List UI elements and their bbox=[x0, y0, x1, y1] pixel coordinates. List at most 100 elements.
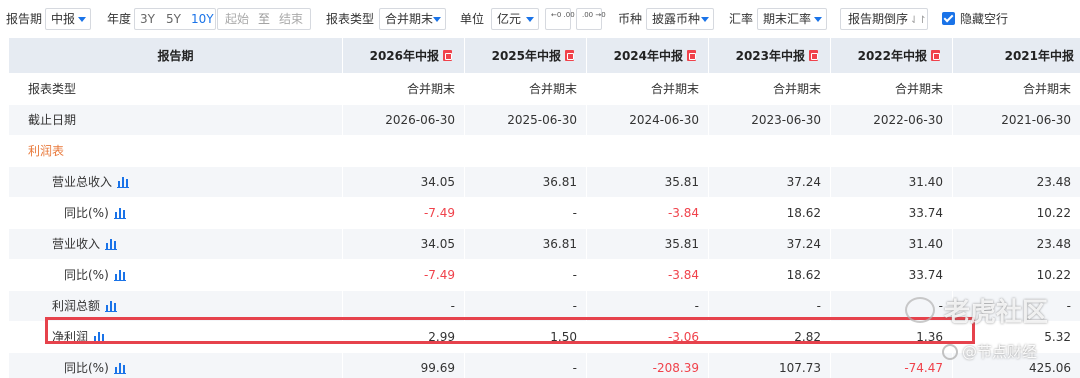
table-row: 报表类型 合并期末 合并期末 合并期末 合并期末 合并期末 合并期末 bbox=[9, 74, 1080, 105]
report-period-select[interactable]: 中报 bbox=[45, 8, 91, 30]
watermark-text: 老虎社区 bbox=[944, 298, 1049, 328]
bar-chart-icon[interactable] bbox=[113, 207, 126, 219]
table-cell: - bbox=[465, 260, 587, 290]
hide-empty-rows-checkbox[interactable] bbox=[942, 12, 955, 25]
table-cell: 合并期末 bbox=[343, 74, 465, 104]
year-segmented-control: 3Y 5Y 10Y bbox=[134, 8, 216, 30]
bar-chart-icon[interactable] bbox=[93, 331, 106, 343]
table-cell: 2023-06-30 bbox=[709, 105, 831, 135]
chevron-down-icon bbox=[814, 17, 822, 22]
exchange-rate-select[interactable]: 期末汇率 bbox=[757, 8, 827, 30]
decimal-decrease-button[interactable]: .00 →0 bbox=[576, 8, 606, 30]
year-label: 年度 bbox=[107, 12, 132, 26]
table-cell: -7.49 bbox=[343, 198, 465, 228]
row-label: 营业收入 bbox=[52, 237, 118, 251]
chevron-down-icon bbox=[701, 17, 709, 22]
table-cell: 2025-06-30 bbox=[465, 105, 587, 135]
exchange-rate-label: 汇率 bbox=[729, 12, 754, 26]
table-cell: 10.22 bbox=[1036, 268, 1071, 282]
end-date-field[interactable]: 结束 bbox=[279, 9, 303, 29]
table-row: 同比(%) -7.49- -3.84 18.62 33.74 10.22 bbox=[9, 198, 1080, 229]
start-date-field[interactable]: 起始 bbox=[225, 9, 249, 29]
table-cell: 2026-06-30 bbox=[343, 105, 465, 135]
table-row: 净利润 2.99 1.50 -3.06 2.82 1.36 5.32 bbox=[9, 322, 1080, 353]
pdf-icon[interactable] bbox=[687, 49, 696, 61]
year-option-3y[interactable]: 3Y bbox=[140, 9, 155, 29]
bar-chart-icon[interactable] bbox=[105, 300, 118, 312]
table-cell: 36.81 bbox=[465, 229, 587, 259]
unit-label: 单位 bbox=[460, 12, 485, 26]
table-cell: 2.99 bbox=[343, 322, 465, 352]
watermark-source: @节点财经 bbox=[962, 343, 1038, 361]
table-row: 截止日期 2026-06-30 2025-06-30 2024-06-30 2023-0… bbox=[9, 105, 1080, 136]
table-cell: 18.62 bbox=[709, 260, 831, 290]
table-cell: - bbox=[587, 291, 709, 321]
table-cell: - bbox=[465, 198, 587, 228]
sort-icon: ⇃↾ bbox=[910, 15, 927, 26]
year-option-5y[interactable]: 5Y bbox=[166, 9, 181, 29]
date-range-separator: 至 bbox=[258, 12, 271, 26]
date-range-input[interactable]: 起始 至 结束 bbox=[217, 8, 311, 30]
unit-select[interactable]: 亿元 bbox=[491, 8, 539, 30]
table-cell: 合并期末 bbox=[709, 74, 831, 104]
row-label: 同比(%) bbox=[64, 206, 126, 220]
table-cell: 34.05 bbox=[343, 229, 465, 259]
table-cell: - bbox=[709, 291, 831, 321]
table-cell: 35.81 bbox=[587, 167, 709, 197]
column-header[interactable]: 2026年中报 bbox=[343, 38, 465, 73]
table-cell: 2024-06-30 bbox=[587, 105, 709, 135]
table-cell: -208.39 bbox=[587, 353, 709, 378]
column-header[interactable]: 2022年中报 bbox=[831, 38, 953, 73]
bar-chart-icon[interactable] bbox=[105, 238, 118, 250]
table-cell bbox=[465, 136, 587, 166]
decimal-increase-button[interactable]: ←0 .00 bbox=[545, 8, 575, 30]
chevron-down-icon bbox=[526, 17, 534, 22]
row-label: 同比(%) bbox=[64, 268, 126, 282]
table-cell: -3.06 bbox=[587, 322, 709, 352]
table-cell: 33.74 bbox=[831, 260, 953, 290]
table-cell: 合并期末 bbox=[587, 74, 709, 104]
column-header[interactable]: 2023年中报 bbox=[709, 38, 831, 73]
watermark-logo-icon bbox=[905, 297, 935, 323]
table-cell: 34.05 bbox=[343, 167, 465, 197]
chevron-down-icon bbox=[433, 17, 441, 22]
table-cell bbox=[831, 136, 953, 166]
table-cell: 18.62 bbox=[709, 198, 831, 228]
column-header[interactable]: 2025年中报 bbox=[465, 38, 587, 73]
pdf-icon[interactable] bbox=[931, 49, 940, 61]
table-cell: - bbox=[831, 291, 953, 321]
sort-order-button[interactable]: 报告期倒序 ⇃↾ bbox=[840, 8, 928, 30]
table-row: 同比(%) -7.49- -3.84 18.62 33.74 10.22 bbox=[9, 260, 1080, 291]
table-cell: 合并期末 bbox=[465, 74, 587, 104]
table-row: 同比(%) 99.69- -208.39 107.73 -74.47 425.06 bbox=[9, 353, 1080, 378]
currency-select[interactable]: 披露币种 bbox=[646, 8, 714, 30]
table-cell: - bbox=[465, 353, 587, 378]
table-cell: 2021-06-30 bbox=[1001, 113, 1071, 127]
column-header[interactable]: 2024年中报 bbox=[587, 38, 709, 73]
watermark-at-icon bbox=[942, 344, 958, 360]
bar-chart-icon[interactable] bbox=[117, 176, 130, 188]
table-cell: 合并期末 bbox=[831, 74, 953, 104]
table-cell bbox=[587, 136, 709, 166]
table-cell: 23.48 bbox=[1036, 175, 1071, 189]
table-header-row: 报告期 2026年中报 2025年中报 2024年中报 2023年中报 2022… bbox=[9, 38, 1080, 74]
year-option-10y[interactable]: 10Y bbox=[191, 9, 214, 29]
pdf-icon[interactable] bbox=[443, 49, 452, 61]
table-cell: 35.81 bbox=[587, 229, 709, 259]
pdf-icon[interactable] bbox=[565, 49, 574, 61]
column-header[interactable]: 2021年中报 bbox=[953, 38, 1080, 73]
table-cell: 36.81 bbox=[465, 167, 587, 197]
section-title: 利润表 bbox=[28, 144, 65, 158]
table-cell: 37.24 bbox=[709, 229, 831, 259]
bar-chart-icon[interactable] bbox=[113, 269, 126, 281]
row-label: 报表类型 bbox=[28, 82, 77, 96]
decimal-decrease-icon: .00 →0 bbox=[582, 11, 606, 19]
report-period-label: 报告期 bbox=[6, 12, 43, 26]
table-cell bbox=[953, 136, 1080, 166]
row-label: 营业总收入 bbox=[52, 175, 130, 189]
report-type-select[interactable]: 合并期末 bbox=[379, 8, 446, 30]
pdf-icon[interactable] bbox=[809, 49, 818, 61]
bar-chart-icon[interactable] bbox=[113, 362, 126, 374]
chevron-down-icon bbox=[78, 17, 86, 22]
table-cell: 23.48 bbox=[1036, 237, 1071, 251]
